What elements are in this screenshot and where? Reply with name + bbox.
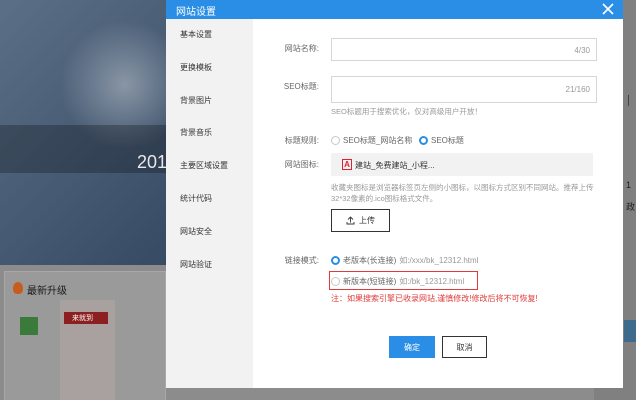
- upload-button[interactable]: 上传: [331, 209, 390, 232]
- sidebar-item-main-area[interactable]: 主要区域设置: [180, 160, 228, 171]
- fire-icon: [13, 282, 23, 294]
- upload-icon: [346, 216, 355, 225]
- title-rule-option-2[interactable]: SEO标题: [419, 135, 464, 146]
- promo-banner: 来就到: [64, 312, 108, 324]
- site-icon-hint: 收藏夹图标是浏览器标签页左侧的小图标，以图标方式区别不同网站。推荐上传32*32…: [331, 183, 594, 203]
- site-name-counter: 4/30: [574, 46, 590, 55]
- site-icon-name: 建站_免费建站_小程...: [355, 161, 435, 170]
- radio-selected-icon: [419, 136, 428, 145]
- sidebar-item-basic[interactable]: 基本设置: [180, 29, 212, 40]
- thumbnail-icon: [20, 317, 38, 335]
- seo-title-input[interactable]: 21/160: [331, 76, 597, 103]
- link-mode-warning: 注：如果搜索引擎已收录网站,谨慎修改!修改后将不可恢复!: [331, 294, 538, 303]
- radio-icon: [331, 277, 340, 286]
- sidebar-item-background-image[interactable]: 背景图片: [180, 95, 212, 106]
- link-mode-old-example: 如:/xxx/bk_12312.html: [399, 256, 479, 265]
- title-rule-option-1-label: SEO标题_网站名称: [343, 136, 413, 145]
- dialog-title-bar: 网站设置: [166, 0, 623, 19]
- seo-title-hint: SEO标题用于搜索优化，仅对高级用户开放！: [331, 107, 482, 116]
- promo-text: 来就到: [72, 315, 93, 322]
- title-rule-option-2-label: SEO标题: [431, 136, 464, 145]
- title-rule-option-1[interactable]: SEO标题_网站名称: [331, 135, 412, 146]
- seo-title-label: SEO标题:: [283, 82, 319, 91]
- right-char-1: │: [626, 95, 632, 105]
- title-rule-label: 标题规则:: [284, 136, 319, 145]
- site-name-label: 网站名称:: [284, 44, 319, 53]
- sidebar-item-template[interactable]: 更换模板: [180, 62, 212, 73]
- right-blue-block: [624, 320, 636, 342]
- cancel-button[interactable]: 取消: [442, 336, 487, 358]
- site-settings-dialog: 网站设置 基本设置 更换模板 背景图片 背景音乐 主要区域设置 统计代码 网站安…: [166, 0, 623, 388]
- link-mode-option-new[interactable]: 新版本(短链接) 如:/bk_12312.html: [331, 276, 464, 287]
- dialog-title: 网站设置: [176, 7, 216, 18]
- promo-thumbnail: 来就到: [60, 300, 115, 400]
- favicon-icon: A: [342, 159, 352, 170]
- sidebar-item-stats-code[interactable]: 统计代码: [180, 193, 212, 204]
- close-icon[interactable]: [601, 1, 615, 17]
- settings-form: 网站名称: 4/30 SEO标题: 21/160 SEO标题用于搜索优化，仅对高…: [253, 19, 623, 388]
- link-mode-new-example: 如:/bk_12312.html: [399, 277, 465, 286]
- link-mode-old-label: 老版本(长连接): [343, 256, 397, 265]
- site-icon-label: 网站图标:: [284, 160, 319, 169]
- confirm-button[interactable]: 确定: [389, 336, 435, 358]
- right-char-2: 1: [626, 180, 632, 190]
- sidebar-item-background-music[interactable]: 背景音乐: [180, 127, 212, 138]
- link-mode-new-label: 新版本(短链接): [343, 277, 397, 286]
- hero-text: 201: [137, 152, 168, 172]
- upgrade-title: 最新升级: [27, 286, 67, 297]
- link-mode-option-old[interactable]: 老版本(长连接) 如:/xxx/bk_12312.html: [331, 255, 478, 266]
- sidebar-item-security[interactable]: 网站安全: [180, 226, 212, 237]
- link-mode-label: 链接模式:: [284, 256, 319, 265]
- settings-sidebar: 基本设置 更换模板 背景图片 背景音乐 主要区域设置 统计代码 网站安全 网站验…: [166, 19, 253, 388]
- site-name-input[interactable]: 4/30: [331, 38, 597, 61]
- seo-title-counter: 21/160: [565, 85, 590, 94]
- sidebar-item-verification[interactable]: 网站验证: [180, 259, 212, 270]
- radio-icon: [331, 136, 340, 145]
- radio-selected-icon: [331, 256, 340, 265]
- upgrade-card: 最新升级 来就到: [4, 271, 166, 400]
- upload-label: 上传: [359, 216, 375, 225]
- site-icon-box: A 建站_免费建站_小程...: [331, 153, 593, 176]
- right-char-3: 政: [626, 202, 636, 212]
